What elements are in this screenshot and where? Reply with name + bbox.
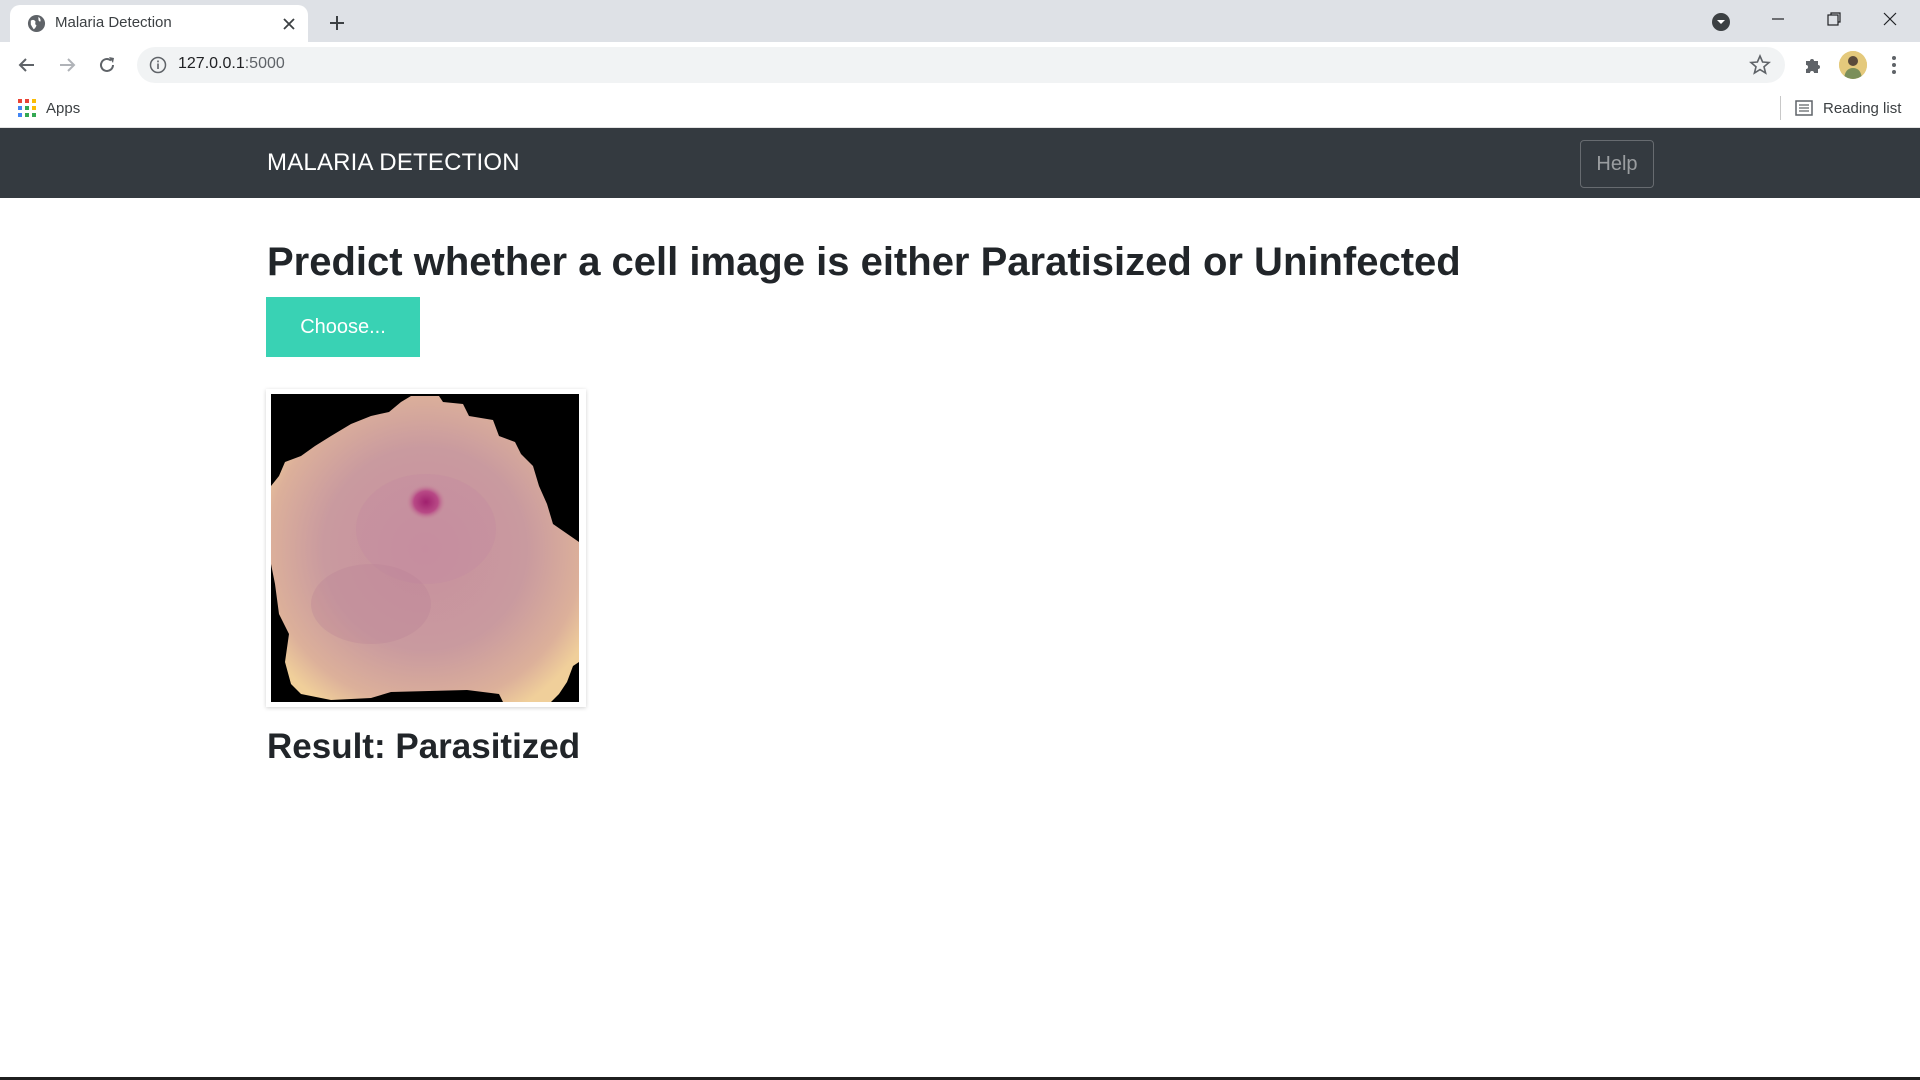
image-preview [266,389,586,707]
url-port: :5000 [244,55,285,72]
choose-file-button[interactable]: Choose... [266,297,420,357]
reading-list-button[interactable]: Reading list [1795,96,1901,120]
url-host: 127.0.0.1 [178,55,245,72]
tab-title: Malaria Detection [55,14,172,31]
globe-icon [27,14,46,33]
browser-toolbar: 127.0.0.1:5000 [0,42,1920,88]
restore-icon[interactable] [1806,0,1862,38]
plus-icon[interactable] [324,10,350,36]
result-text: Result: Parasitized [267,727,581,766]
bookmarks-divider [1780,96,1781,120]
bookmarks-bar: Apps Reading list [0,88,1920,128]
tab-search-icon[interactable] [1710,11,1732,33]
browser-tabstrip: Malaria Detection [0,0,1920,42]
arrow-left-icon[interactable] [11,49,43,81]
puzzle-icon[interactable] [1799,51,1827,79]
star-icon[interactable] [1749,54,1771,76]
reading-list-icon [1795,100,1813,116]
browser-tab[interactable]: Malaria Detection [10,5,308,42]
apps-shortcut[interactable]: Apps [18,96,80,120]
app-navbar: MALARIA DETECTION Help [0,128,1920,198]
navbar-brand[interactable]: MALARIA DETECTION [267,149,520,177]
kebab-menu-icon[interactable] [1880,51,1908,79]
help-button[interactable]: Help [1580,140,1654,188]
minimize-icon[interactable] [1750,0,1806,38]
info-icon[interactable] [149,56,167,74]
reading-list-label: Reading list [1823,99,1902,117]
close-icon[interactable] [280,15,298,33]
close-window-icon[interactable] [1862,0,1918,38]
avatar[interactable] [1839,51,1867,79]
page-title: Predict whether a cell image is either P… [267,240,1461,284]
url-text: 127.0.0.1:5000 [178,55,285,73]
reload-icon[interactable] [91,49,123,81]
arrow-right-icon[interactable] [51,49,83,81]
apps-label: Apps [46,99,81,117]
address-bar[interactable]: 127.0.0.1:5000 [137,47,1785,83]
cell-image [271,394,579,702]
apps-grid-icon [18,99,36,117]
